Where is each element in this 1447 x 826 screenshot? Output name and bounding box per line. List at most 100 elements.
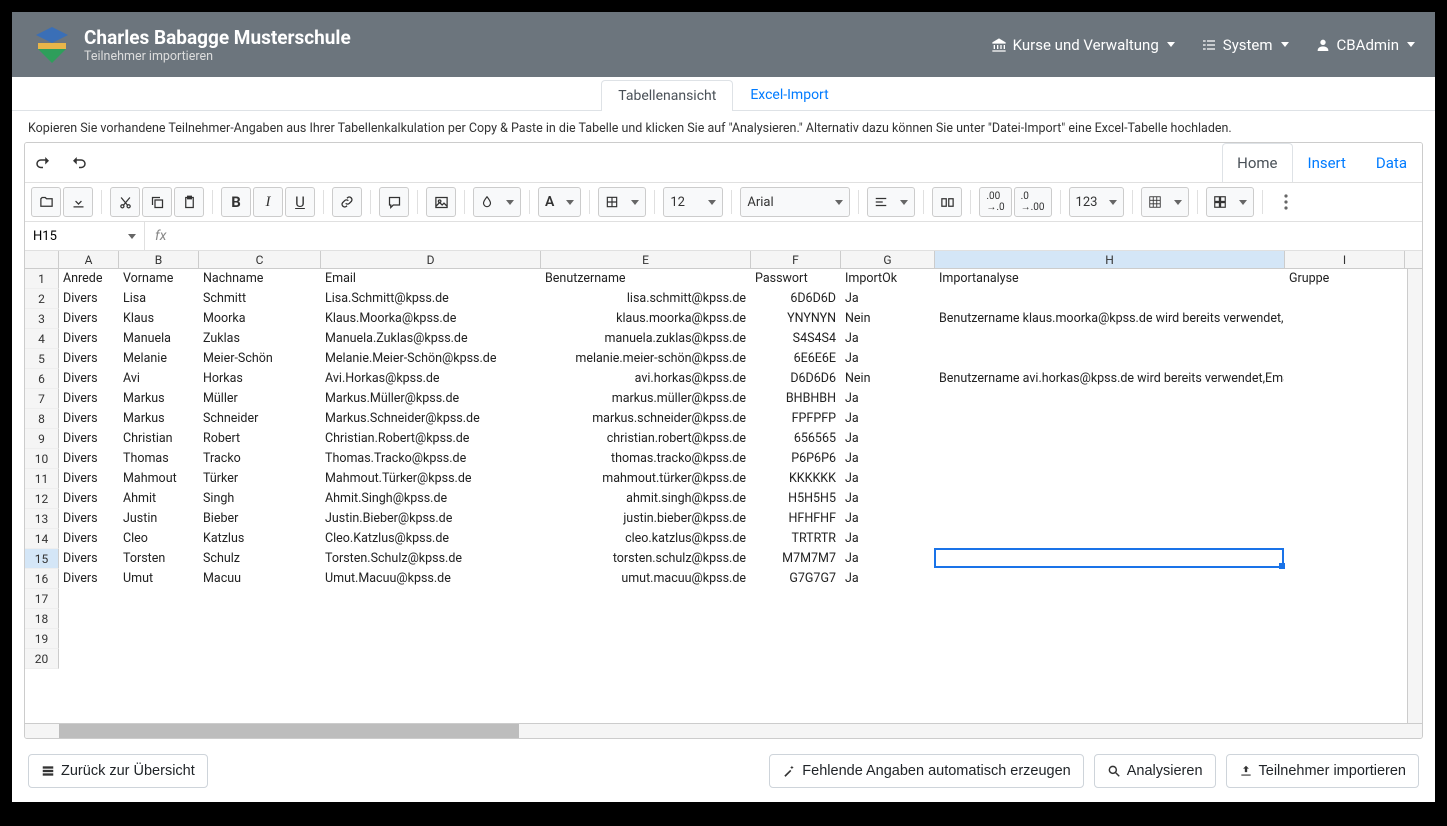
cell[interactable]: Benutzername avi.horkas@kpss.de wird ber…	[935, 369, 1285, 389]
cell[interactable]: Ja	[841, 349, 935, 369]
nav-system[interactable]: System	[1201, 36, 1289, 54]
cell[interactable]: Divers	[59, 389, 119, 409]
cell[interactable]: Divers	[59, 309, 119, 329]
cell[interactable]: Divers	[59, 489, 119, 509]
cell[interactable]	[935, 529, 1285, 549]
cell[interactable]	[119, 589, 199, 609]
cell[interactable]: Cleo	[119, 529, 199, 549]
cell[interactable]	[935, 389, 1285, 409]
cell[interactable]: Benutzername klaus.moorka@kpss.de wird b…	[935, 309, 1285, 329]
cell[interactable]	[59, 649, 119, 669]
cell[interactable]: Divers	[59, 449, 119, 469]
row-header[interactable]: 3	[25, 309, 59, 329]
cell[interactable]	[751, 609, 841, 629]
col-header-B[interactable]: B	[119, 251, 199, 268]
select-all-corner[interactable]	[25, 251, 59, 268]
col-header-F[interactable]: F	[751, 251, 841, 268]
cell[interactable]: Anrede	[59, 269, 119, 289]
cell[interactable]: Torsten	[119, 549, 199, 569]
cell[interactable]: Nein	[841, 309, 935, 329]
row-header[interactable]: 8	[25, 409, 59, 429]
cell[interactable]: Cleo.Katzlus@kpss.de	[321, 529, 541, 549]
cellformat-button[interactable]	[1206, 187, 1254, 217]
download-button[interactable]	[63, 187, 93, 217]
cell[interactable]: Markus	[119, 409, 199, 429]
cell[interactable]: manuela.zuklas@kpss.de	[541, 329, 751, 349]
cell[interactable]: HFHFHF	[751, 509, 841, 529]
import-button[interactable]: Teilnehmer importieren	[1226, 754, 1419, 788]
cell[interactable]: S4S4S4	[751, 329, 841, 349]
cell[interactable]	[1285, 649, 1405, 669]
cell[interactable]: Mahmout	[119, 469, 199, 489]
cell[interactable]: Ja	[841, 389, 935, 409]
cell[interactable]	[935, 489, 1285, 509]
cell[interactable]: Christian.Robert@kpss.de	[321, 429, 541, 449]
cell[interactable]: Avi.Horkas@kpss.de	[321, 369, 541, 389]
row-header[interactable]: 16	[25, 569, 59, 589]
nav-courses[interactable]: Kurse und Verwaltung	[991, 36, 1175, 54]
cell[interactable]: Torsten.Schulz@kpss.de	[321, 549, 541, 569]
back-button[interactable]: Zurück zur Übersicht	[28, 754, 208, 788]
col-header-C[interactable]: C	[199, 251, 321, 268]
cell[interactable]	[1285, 569, 1405, 589]
italic-button[interactable]: I	[253, 187, 283, 217]
cell[interactable]	[1285, 589, 1405, 609]
borders-button[interactable]	[598, 187, 646, 217]
cell[interactable]: Melanie.Meier-Schön@kpss.de	[321, 349, 541, 369]
cell[interactable]	[935, 569, 1285, 589]
cell[interactable]: markus.müller@kpss.de	[541, 389, 751, 409]
cell[interactable]	[199, 629, 321, 649]
cell[interactable]	[1285, 369, 1405, 389]
cell[interactable]: Thomas	[119, 449, 199, 469]
col-header-H[interactable]: H	[935, 251, 1285, 268]
cell[interactable]	[751, 589, 841, 609]
undo-button[interactable]	[29, 149, 57, 177]
cell[interactable]: Markus.Schneider@kpss.de	[321, 409, 541, 429]
cell[interactable]: Müller	[199, 389, 321, 409]
cell[interactable]: Umut.Macuu@kpss.de	[321, 569, 541, 589]
cell[interactable]	[1285, 469, 1405, 489]
cell[interactable]	[751, 629, 841, 649]
cell[interactable]: Türker	[199, 469, 321, 489]
cell[interactable]	[541, 589, 751, 609]
cell[interactable]	[199, 609, 321, 629]
cell[interactable]	[541, 629, 751, 649]
cell[interactable]: Ahmit.Singh@kpss.de	[321, 489, 541, 509]
col-header-G[interactable]: G	[841, 251, 935, 268]
cell[interactable]: Divers	[59, 549, 119, 569]
row-header[interactable]: 13	[25, 509, 59, 529]
cell[interactable]: Vorname	[119, 269, 199, 289]
cell[interactable]	[59, 609, 119, 629]
cell[interactable]: Christian	[119, 429, 199, 449]
cell[interactable]: Ja	[841, 529, 935, 549]
col-header-A[interactable]: A	[59, 251, 119, 268]
autogen-button[interactable]: Fehlende Angaben automatisch erzeugen	[769, 754, 1083, 788]
cell[interactable]	[1285, 309, 1405, 329]
row-header[interactable]: 10	[25, 449, 59, 469]
gridlines-button[interactable]	[1141, 187, 1189, 217]
cell[interactable]: Lisa.Schmitt@kpss.de	[321, 289, 541, 309]
cell[interactable]: Umut	[119, 569, 199, 589]
fontname-select[interactable]: Arial	[740, 187, 850, 217]
cell[interactable]	[119, 649, 199, 669]
cell[interactable]: melanie.meier-schön@kpss.de	[541, 349, 751, 369]
comment-button[interactable]	[379, 187, 409, 217]
cell[interactable]: D6D6D6	[751, 369, 841, 389]
cell[interactable]: Importanalyse	[935, 269, 1285, 289]
cell[interactable]	[59, 589, 119, 609]
cell[interactable]	[935, 469, 1285, 489]
cell[interactable]: Ja	[841, 449, 935, 469]
cell[interactable]	[199, 589, 321, 609]
cell[interactable]: Ja	[841, 509, 935, 529]
cell[interactable]: Zuklas	[199, 329, 321, 349]
fillcolor-button[interactable]	[473, 187, 521, 217]
cell[interactable]	[935, 449, 1285, 469]
cell[interactable]: umut.macuu@kpss.de	[541, 569, 751, 589]
fontsize-select[interactable]: 12	[663, 187, 723, 217]
row-header[interactable]: 18	[25, 609, 59, 629]
cell[interactable]: Markus.Müller@kpss.de	[321, 389, 541, 409]
cell[interactable]: Divers	[59, 469, 119, 489]
cell[interactable]: Passwort	[751, 269, 841, 289]
analyze-button[interactable]: Analysieren	[1094, 754, 1216, 788]
cell[interactable]: Manuela.Zuklas@kpss.de	[321, 329, 541, 349]
